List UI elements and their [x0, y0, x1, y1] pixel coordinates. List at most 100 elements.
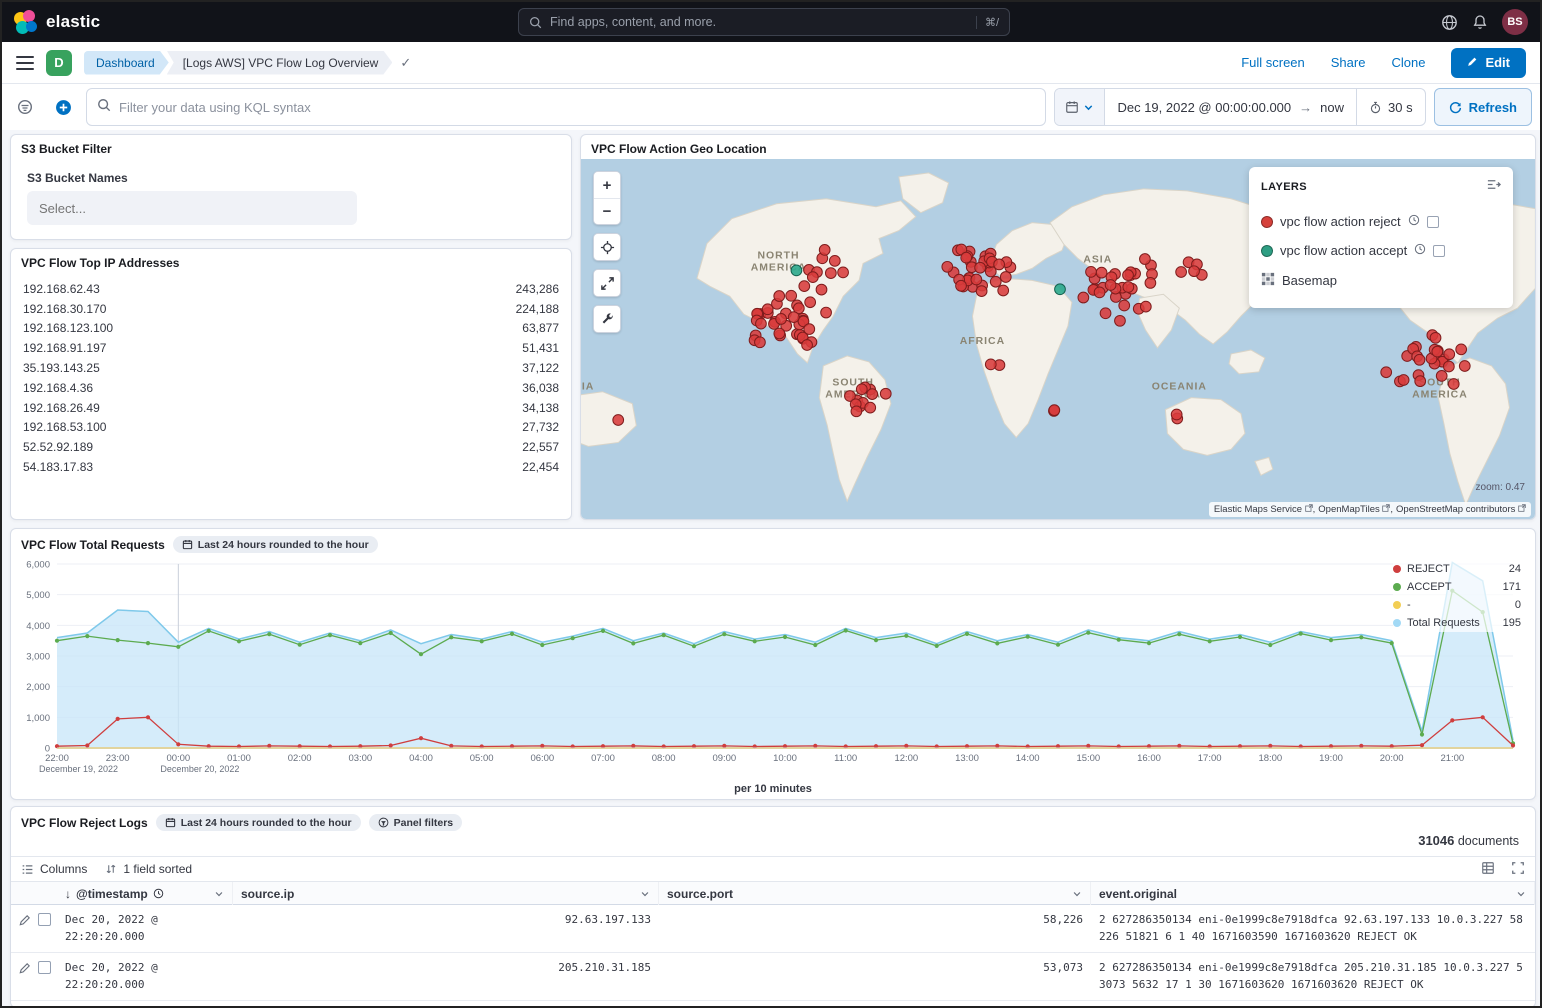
quick-select-button[interactable] [1055, 89, 1105, 125]
cloud-icon[interactable] [1441, 14, 1458, 31]
map-dot-reject[interactable] [829, 255, 840, 266]
map-dot-reject[interactable] [1448, 379, 1459, 390]
map-dot-reject[interactable] [776, 314, 787, 325]
breadcrumb-dashboard[interactable]: Dashboard [84, 51, 169, 75]
ip-bar-row[interactable]: 35.193.143.2537,122 [13, 358, 569, 378]
alerts-bell-icon[interactable] [1472, 14, 1488, 30]
ip-bar-row[interactable]: 52.52.92.18922,557 [13, 437, 569, 457]
map-dot-reject[interactable] [856, 384, 867, 395]
map-dot-reject[interactable] [971, 274, 982, 285]
map-dot-reject[interactable] [985, 359, 996, 370]
legend-item[interactable]: Total Requests195 [1393, 614, 1521, 632]
edit-button[interactable]: Edit [1451, 48, 1526, 78]
date-end[interactable]: now [1320, 100, 1344, 115]
map-set-view-icon[interactable] [594, 234, 620, 260]
map-dot-reject[interactable] [998, 285, 1009, 296]
map-dot-reject[interactable] [956, 280, 967, 291]
ip-bar-row[interactable]: 192.168.91.19751,431 [13, 338, 569, 358]
map-dot-reject[interactable] [994, 259, 1005, 270]
clone-link[interactable]: Clone [1391, 55, 1425, 70]
row-checkbox[interactable] [38, 913, 51, 926]
map-dot-reject[interactable] [825, 268, 836, 279]
kql-query-input[interactable] [119, 100, 1035, 115]
s3-bucket-select[interactable] [27, 191, 357, 225]
map-dot-reject[interactable] [961, 252, 972, 263]
collapse-layers-icon[interactable] [1486, 177, 1501, 197]
map-dot-reject[interactable] [1086, 267, 1097, 278]
map-dot-reject[interactable] [804, 324, 815, 335]
map-dot-reject[interactable] [1414, 354, 1425, 365]
legend-item[interactable]: REJECT24 [1393, 560, 1521, 578]
map-dot-reject[interactable] [851, 406, 862, 417]
layer-checkbox[interactable] [1433, 245, 1445, 257]
display-options-icon[interactable] [1481, 861, 1495, 878]
map-tools-wrench-icon[interactable] [594, 306, 620, 332]
map-dot-reject[interactable] [880, 388, 891, 399]
map-dot-reject[interactable] [755, 337, 766, 348]
menu-hamburger-icon[interactable] [16, 56, 34, 70]
map-dot-reject[interactable] [762, 304, 773, 315]
column-header-source-port[interactable]: source.port [659, 882, 1091, 905]
map-dot-reject[interactable] [1000, 272, 1011, 283]
map-dot-reject[interactable] [1436, 371, 1447, 382]
table-row[interactable]: Dec 20, 2022 @ 22:20:20.00092.63.197.133… [11, 905, 1535, 953]
map-dot-reject[interactable] [942, 261, 953, 272]
map-dot-reject[interactable] [990, 276, 1001, 287]
map-dot-reject[interactable] [613, 415, 624, 426]
map-dot-reject[interactable] [867, 389, 878, 400]
map-fit-data-icon[interactable] [594, 270, 620, 296]
ip-bar-row[interactable]: 192.168.4.3636,038 [13, 378, 569, 398]
map-dot-reject[interactable] [786, 290, 797, 301]
map-dot-reject[interactable] [788, 312, 799, 323]
time-range-badge[interactable]: Last 24 hours rounded to the hour [173, 536, 378, 553]
map-dot-reject[interactable] [1078, 292, 1089, 303]
map-dot-accept[interactable] [791, 265, 802, 276]
map-dot-reject[interactable] [819, 245, 830, 256]
map-dot-reject[interactable] [1432, 346, 1443, 357]
map-dot-reject[interactable] [1049, 405, 1060, 416]
map-dot-reject[interactable] [1456, 344, 1467, 355]
map-zoom-in-button[interactable]: + [594, 172, 620, 198]
map-dot-reject[interactable] [1119, 300, 1130, 311]
map-dot-reject[interactable] [1105, 280, 1116, 291]
legend-item[interactable]: ACCEPT171 [1393, 578, 1521, 596]
map-dot-reject[interactable] [1176, 267, 1187, 278]
table-row[interactable] [11, 1001, 1535, 1008]
date-start[interactable]: Dec 19, 2022 @ 00:00:00.000 [1117, 100, 1291, 115]
map-dot-accept[interactable] [1055, 284, 1066, 295]
legend-item[interactable]: -0 [1393, 596, 1521, 614]
map-dot-reject[interactable] [774, 328, 785, 339]
global-search-input[interactable]: Find apps, content, and more. ⌘/ [518, 8, 1010, 36]
map-dot-reject[interactable] [807, 272, 818, 283]
expand-document-icon[interactable] [19, 962, 31, 974]
map-dot-reject[interactable] [1459, 361, 1470, 372]
map-dot-reject[interactable] [1145, 278, 1156, 289]
world-map-canvas[interactable]: NORTHAMERICASOUTHAMERICAAFRICAASIAOCEANI… [581, 159, 1535, 520]
layer-item[interactable]: vpc flow action reject [1261, 207, 1501, 236]
layer-item[interactable]: vpc flow action accept [1261, 236, 1501, 265]
full-screen-link[interactable]: Full screen [1241, 55, 1305, 70]
map-dot-reject[interactable] [774, 291, 785, 302]
add-filter-icon[interactable] [48, 92, 78, 122]
map-dot-reject[interactable] [1123, 282, 1134, 293]
attribution-link[interactable]: OpenStreetMap contributors [1396, 504, 1526, 515]
sort-fields-button[interactable]: 1 field sorted [105, 862, 192, 876]
ip-bar-row[interactable]: 192.168.26.4934,138 [13, 398, 569, 418]
map-dot-reject[interactable] [976, 286, 987, 297]
map-dot-reject[interactable] [805, 297, 816, 308]
map-dot-reject[interactable] [1415, 376, 1426, 387]
user-avatar[interactable]: BS [1502, 9, 1528, 35]
layer-item[interactable]: Basemap [1261, 265, 1501, 296]
map-dot-reject[interactable] [1381, 367, 1392, 378]
map-dot-reject[interactable] [1398, 375, 1409, 386]
layer-checkbox[interactable] [1427, 216, 1439, 228]
saved-query-icon[interactable] [10, 92, 40, 122]
column-header-source-ip[interactable]: source.ip [233, 882, 659, 905]
fullscreen-icon[interactable] [1511, 861, 1525, 878]
table-row[interactable]: Dec 20, 2022 @ 22:20:20.000205.210.31.18… [11, 953, 1535, 1001]
row-checkbox[interactable] [38, 961, 51, 974]
map-dot-reject[interactable] [1123, 270, 1134, 281]
map-dot-reject[interactable] [1443, 361, 1454, 372]
share-link[interactable]: Share [1331, 55, 1366, 70]
panel-filters-badge[interactable]: Panel filters [369, 814, 463, 831]
